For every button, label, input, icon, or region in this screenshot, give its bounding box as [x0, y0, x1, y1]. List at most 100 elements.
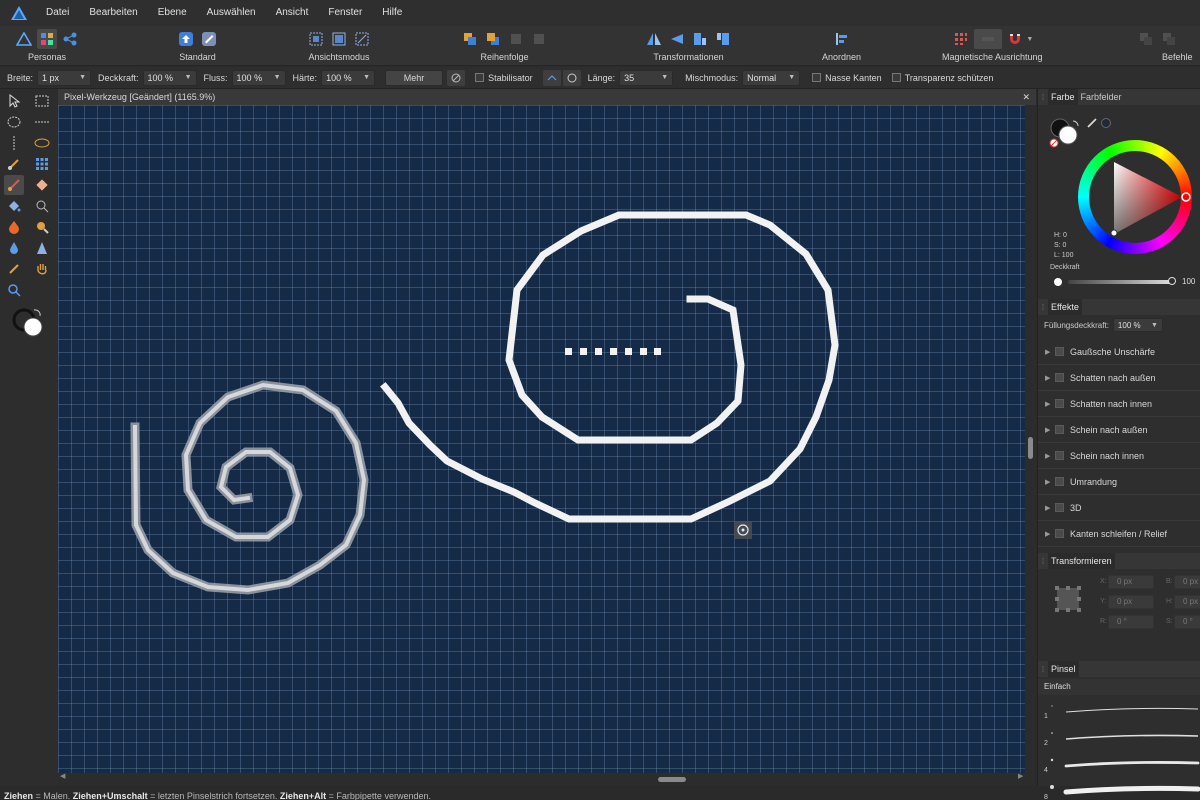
menu-fenster[interactable]: Fenster: [318, 0, 372, 26]
pixel-persona-icon[interactable]: [37, 29, 57, 49]
export-persona-icon[interactable]: [60, 29, 80, 49]
dodge-tool-icon[interactable]: [32, 217, 52, 237]
tab-farbe[interactable]: Farbe: [1048, 89, 1078, 105]
vertical-scrollbar[interactable]: [1025, 105, 1036, 773]
order-front-icon[interactable]: [529, 29, 549, 49]
panel-grip-icon[interactable]: ⁞: [1038, 93, 1048, 102]
stabilisator-checkbox[interactable]: [475, 73, 485, 82]
standard-settings-icon[interactable]: [199, 29, 219, 49]
fill-tool-icon[interactable]: [4, 196, 24, 216]
color-triangle[interactable]: [1078, 140, 1192, 254]
effect-outer-shadow[interactable]: ▶ Schatten nach außen: [1038, 365, 1200, 391]
snapping-grid-icon[interactable]: [951, 29, 971, 49]
align-icon[interactable]: [832, 29, 852, 49]
flip-horizontal-icon[interactable]: [644, 29, 664, 49]
hand-tool-icon[interactable]: [32, 259, 52, 279]
haerte-field[interactable]: 100 % ▼: [321, 69, 376, 86]
snapping-toggle-icon[interactable]: [974, 29, 1003, 49]
anchor-grid-icon[interactable]: [1054, 585, 1082, 613]
fuellungsdeckkraft-field[interactable]: 100 % ▼: [1112, 318, 1163, 332]
order-forward-icon[interactable]: [506, 29, 526, 49]
tab-transformieren[interactable]: Transformieren: [1048, 553, 1115, 569]
canvas[interactable]: [58, 105, 1025, 773]
effect-inner-glow[interactable]: ▶ Schein nach innen: [1038, 443, 1200, 469]
panel-grip-icon[interactable]: ⁞: [1038, 665, 1048, 674]
expand-icon[interactable]: ▶: [1045, 426, 1055, 434]
brush-stroke-2[interactable]: [1065, 734, 1199, 740]
brush-category-select[interactable]: Einfach: [1038, 679, 1200, 695]
mischmodus-select[interactable]: Normal ▼: [742, 69, 801, 86]
snapping-dropdown-icon[interactable]: ▼: [1026, 36, 1033, 43]
rotate-right-icon[interactable]: [713, 29, 733, 49]
y-field[interactable]: 0 px: [1108, 595, 1154, 609]
menu-ebene[interactable]: Ebene: [148, 0, 197, 26]
effect-checkbox[interactable]: [1055, 477, 1064, 486]
view-mode-1-icon[interactable]: [306, 29, 326, 49]
effect-outer-glow[interactable]: ▶ Schein nach außen: [1038, 417, 1200, 443]
rotation-field[interactable]: 0 °: [1108, 615, 1154, 629]
panel-grip-icon[interactable]: ⁞: [1038, 303, 1048, 312]
effect-checkbox[interactable]: [1055, 451, 1064, 460]
shear-field[interactable]: 0 °: [1174, 615, 1200, 629]
menu-datei[interactable]: Datei: [36, 0, 79, 26]
panel-grip-icon[interactable]: ⁞: [1038, 557, 1048, 566]
deckkraft-field[interactable]: 100 % ▼: [142, 69, 197, 86]
row-marquee-tool-icon[interactable]: [32, 112, 52, 132]
expand-icon[interactable]: ▶: [1045, 348, 1055, 356]
rect-marquee-tool-icon[interactable]: [32, 91, 52, 111]
standard-upload-icon[interactable]: [176, 29, 196, 49]
burn-tool-icon[interactable]: [4, 217, 24, 237]
menu-ansicht[interactable]: Ansicht: [266, 0, 319, 26]
tab-farbfelder[interactable]: Farbfelder: [1078, 89, 1125, 105]
h-field[interactable]: 0 px: [1174, 595, 1200, 609]
mehr-button[interactable]: Mehr: [385, 69, 444, 86]
effect-checkbox[interactable]: [1055, 529, 1064, 538]
document-tab[interactable]: Pixel-Werkzeug [Geändert] (1165.9%) ✕: [58, 89, 1036, 105]
effect-gaussian-blur[interactable]: ▶ Gaußsche Unschärfe: [1038, 339, 1200, 365]
color-wheel[interactable]: [1078, 140, 1192, 254]
opacity-slider[interactable]: [1068, 280, 1172, 284]
affinity-logo-icon[interactable]: [6, 0, 32, 26]
grid-tool-icon[interactable]: [32, 154, 52, 174]
designer-persona-icon[interactable]: [14, 29, 34, 49]
view-mode-2-icon[interactable]: [329, 29, 349, 49]
effect-checkbox[interactable]: [1055, 503, 1064, 512]
blur-tool-icon[interactable]: [4, 238, 24, 258]
laenge-field[interactable]: 35 ▼: [619, 69, 674, 86]
command-1-icon[interactable]: [1136, 29, 1156, 49]
column-marquee-tool-icon[interactable]: [4, 133, 24, 153]
zoom-tool-icon[interactable]: [4, 280, 24, 300]
fluss-field[interactable]: 100 % ▼: [231, 69, 286, 86]
effect-3d[interactable]: ▶ 3D: [1038, 495, 1200, 521]
menu-bearbeiten[interactable]: Bearbeiten: [79, 0, 147, 26]
menu-auswaehlen[interactable]: Auswählen: [197, 0, 266, 26]
breite-field[interactable]: 1 px ▼: [37, 69, 92, 86]
order-backward-icon[interactable]: [483, 29, 503, 49]
scroll-right-icon[interactable]: ▶: [1018, 772, 1023, 780]
effect-checkbox[interactable]: [1055, 399, 1064, 408]
expand-icon[interactable]: ▶: [1045, 400, 1055, 408]
w-field[interactable]: 0 px: [1174, 575, 1200, 589]
color-picker-tool-icon[interactable]: [4, 259, 24, 279]
effect-inner-shadow[interactable]: ▶ Schatten nach innen: [1038, 391, 1200, 417]
close-icon[interactable]: ✕: [1022, 92, 1030, 103]
brush-dynamics-icon[interactable]: [447, 69, 466, 86]
expand-icon[interactable]: ▶: [1045, 530, 1055, 538]
rope-mode-icon[interactable]: [542, 69, 561, 86]
flip-vertical-icon[interactable]: [667, 29, 687, 49]
sharpen-tool-icon[interactable]: [32, 238, 52, 258]
brush-stroke-8[interactable]: [1063, 785, 1200, 795]
eraser-tool-icon[interactable]: [32, 175, 52, 195]
brush-stroke-1[interactable]: [1065, 707, 1199, 713]
expand-icon[interactable]: ▶: [1045, 452, 1055, 460]
x-field[interactable]: 0 px: [1108, 575, 1154, 589]
rotate-left-icon[interactable]: [690, 29, 710, 49]
move-tool-icon[interactable]: [4, 91, 24, 111]
zoom-small-tool-icon[interactable]: [32, 196, 52, 216]
pixel-brush-tool-icon[interactable]: [4, 175, 24, 195]
effect-checkbox[interactable]: [1055, 347, 1064, 356]
transparenz-checkbox[interactable]: [891, 73, 901, 82]
effect-outline[interactable]: ▶ Umrandung: [1038, 469, 1200, 495]
tab-effekte[interactable]: Effekte: [1048, 299, 1082, 315]
brush-stroke-4[interactable]: [1064, 761, 1200, 768]
